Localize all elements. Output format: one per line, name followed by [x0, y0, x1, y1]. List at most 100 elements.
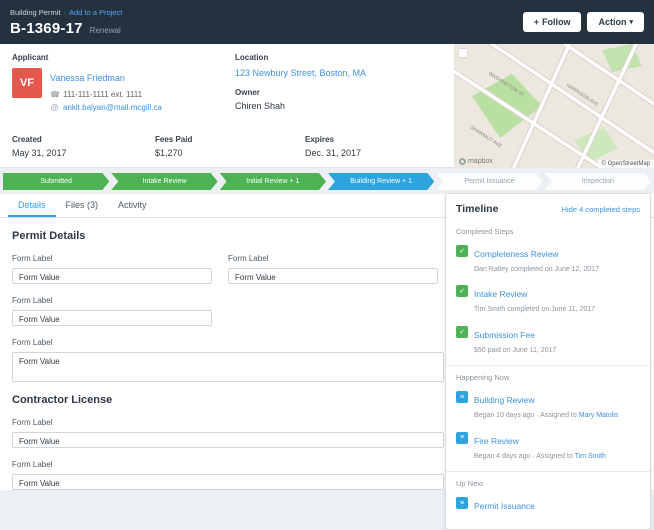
address-link[interactable]: 123 Newbury Street, Boston, MA [235, 68, 366, 78]
details-panel: Permit Details Form Label Form Value For… [0, 218, 448, 490]
step-label: Building Review + 1 [350, 178, 412, 185]
header-actions: + Follow Action ▾ [522, 12, 644, 32]
form-field-value[interactable]: Form Value [12, 474, 444, 490]
location-block: Location 123 Newbury Street, Boston, MA … [235, 53, 366, 111]
header-left: Building Permit · Add to a Project B-1369-… [10, 8, 122, 37]
step-label: Intake Review [142, 178, 187, 185]
timeline-subtitle-text: Began 4 days ago · Assigned to [474, 452, 575, 460]
section-title-permit-details: Permit Details [12, 230, 86, 242]
record-meta-row: Created May 31, 2017 Fees Paid $1,270 Ex… [12, 135, 361, 158]
step-building-review[interactable]: Building Review + 1 [328, 173, 434, 190]
document-icon: ≡ [456, 391, 468, 404]
location-label: Location [235, 53, 269, 62]
applicant-label: Applicant [12, 53, 49, 62]
expires-label: Expires [305, 135, 334, 144]
step-inspection[interactable]: Inspection [545, 173, 651, 190]
created-value: May 31, 2017 [12, 148, 67, 158]
tab-activity[interactable]: Activity [108, 194, 157, 217]
fees-paid-value: $1,270 [155, 148, 183, 158]
check-icon: ✓ [456, 325, 468, 338]
timeline-subtitle-text: Began 10 days ago · Assigned to [474, 412, 579, 420]
follow-button[interactable]: + Follow [522, 12, 582, 32]
timeline-item-submission-fee: ✓ Submission Fee $50 paid on June 11, 20… [446, 320, 650, 360]
breadcrumb-separator: · [63, 7, 66, 17]
timeline-item-subtitle: $50 paid on June 11, 2017 [474, 346, 557, 354]
timeline-item-subtitle: Began 10 days ago · Assigned to Mary Mat… [474, 411, 618, 420]
happening-now-heading: Happening Now [456, 373, 510, 383]
timeline-item-link[interactable]: Building Review [474, 395, 534, 405]
completed-steps-heading: Completed Steps [456, 227, 514, 236]
assignee-link[interactable]: Mary Matolis [579, 412, 619, 419]
meta-created: Created May 31, 2017 [12, 135, 155, 158]
page-title: B-1369-17 [10, 19, 83, 37]
breadcrumb: Building Permit · Add to a Project [10, 8, 122, 17]
timeline-item-link[interactable]: Fire Review [474, 436, 519, 446]
form-field-value[interactable]: Form Value [228, 268, 438, 284]
timeline-item-link[interactable]: Intake Review [474, 289, 527, 299]
form-field: Form Label Form Value [228, 254, 438, 284]
step-intake-review[interactable]: Intake Review [111, 173, 217, 190]
timeline-item-link[interactable]: Permit Issuance [474, 501, 535, 511]
record-type-label: Building Permit [10, 7, 61, 17]
timeline-item-fire-review: ≡ Fire Review Began 4 days ago · Assigne… [446, 426, 650, 466]
location-map[interactable]: WASHINGTON ST HARRISON AVE SHAWMUT AVE m… [454, 44, 654, 168]
map-control[interactable] [459, 49, 467, 57]
meta-expires: Expires Dec. 31, 2017 [305, 135, 361, 158]
applicant-block: Applicant VF Vanessa Friedman ☎ 111-111-… [12, 53, 162, 112]
form-field-label: Form Label [228, 254, 269, 263]
form-field-value[interactable]: Form Value [12, 268, 212, 284]
form-field: Form Label Form Value [12, 296, 436, 326]
up-next-heading: Up Next [456, 479, 484, 489]
meta-fees-paid: Fees Paid $1,270 [155, 135, 305, 158]
action-button[interactable]: Action ▾ [587, 12, 644, 32]
action-button-label: Action [598, 17, 627, 27]
form-field: Form Label Form Value [12, 254, 212, 284]
step-submitted[interactable]: Submitted [3, 173, 109, 190]
timeline-item-permit-issuance: ≡ Permit Issuance [446, 491, 650, 519]
mapbox-logo-mark [459, 158, 466, 165]
tab-details[interactable]: Details [8, 194, 56, 217]
avatar: VF [12, 68, 42, 98]
step-initial-review[interactable]: Initial Review + 1 [220, 173, 326, 190]
step-label: Permit Issuance [464, 178, 515, 185]
owner-label: Owner [235, 88, 260, 97]
step-label: Submitted [40, 178, 72, 185]
form-field-value[interactable]: Form Value [12, 352, 444, 382]
map-canvas: WASHINGTON ST HARRISON AVE SHAWMUT AVE [454, 44, 654, 168]
step-label: Initial Review + 1 [246, 178, 300, 185]
timeline-item-intake-review: ✓ Intake Review Tim Smith completed on J… [446, 279, 650, 319]
form-field: Form Label Form Value [12, 460, 444, 490]
assignee-link[interactable]: Tim Smith [575, 453, 606, 460]
form-field-value[interactable]: Form Value [12, 310, 212, 326]
form-field-label: Form Label [12, 296, 53, 305]
follow-button-label: Follow [541, 17, 571, 27]
timeline-item-building-review: ≡ Building Review Began 10 days ago · As… [446, 385, 650, 425]
timeline-item-link[interactable]: Completeness Review [474, 249, 559, 259]
form-field: Form Label Form Value [12, 418, 444, 448]
header-bar: Building Permit · Add to a Project B-1369-… [0, 0, 654, 44]
step-permit-issuance[interactable]: Permit Issuance [436, 173, 542, 190]
mapbox-logo: mapbox [459, 158, 493, 165]
owner-name: Chiren Shah [235, 101, 286, 111]
form-field-value[interactable]: Form Value [12, 432, 444, 448]
timeline-item-subtitle: Dan Ratley completed on June 12, 2017 [474, 266, 599, 273]
tab-files[interactable]: Files (3) [56, 194, 109, 217]
applicant-name-link[interactable]: Vanessa Friedman [50, 73, 125, 83]
timeline-item-completeness-review: ✓ Completeness Review Dan Ratley complet… [446, 239, 650, 279]
mapbox-logo-text: mapbox [468, 158, 493, 165]
document-icon: ≡ [456, 497, 468, 510]
timeline-item-subtitle: Began 4 days ago · Assigned to Tim Smith [474, 452, 606, 461]
check-icon: ✓ [456, 245, 468, 257]
timeline-item-link[interactable]: Submission Fee [474, 330, 535, 340]
timeline-title: Timeline [456, 203, 499, 215]
check-icon: ✓ [456, 285, 468, 298]
hide-completed-steps-link[interactable]: Hide 4 completed steps [562, 205, 640, 214]
timeline-item-subtitle: Tim Smith completed on June 11, 2017 [474, 306, 596, 314]
expires-value: Dec. 31, 2017 [305, 148, 362, 158]
form-field-label: Form Label [12, 418, 53, 427]
add-to-project-link[interactable]: Add to a Project [69, 8, 122, 17]
applicant-email-link[interactable]: ankit.balyan@mail.mcgill.ca [63, 103, 162, 112]
fees-paid-label: Fees Paid [155, 135, 193, 144]
form-field: Form Label Form Value [12, 338, 444, 382]
form-field-label: Form Label [12, 254, 53, 263]
